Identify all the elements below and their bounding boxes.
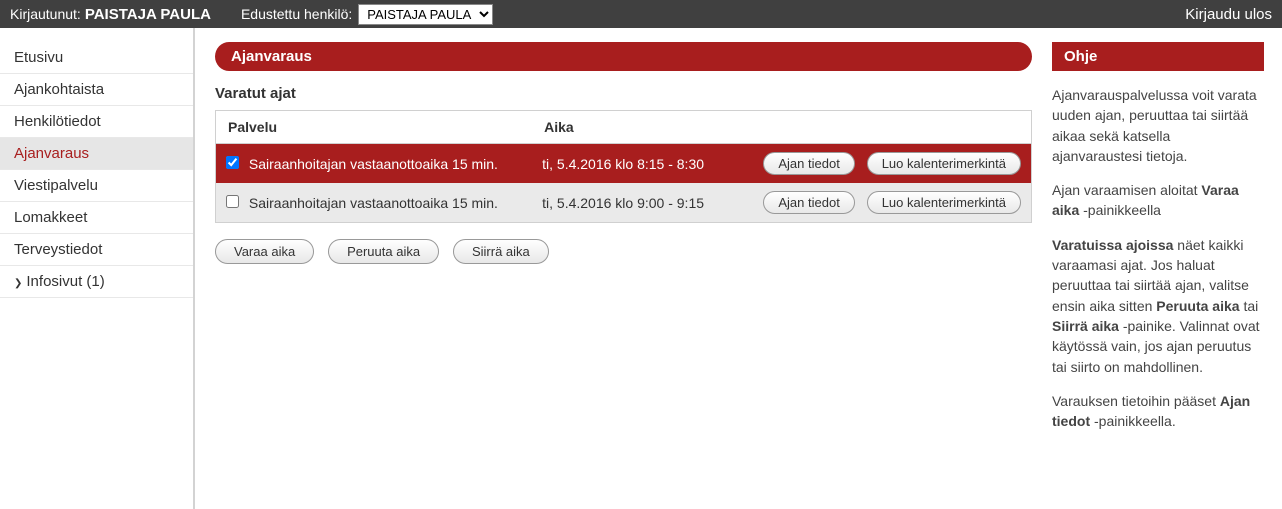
represented-label: Edustettu henkilö: — [241, 6, 352, 22]
appointments-table: Palvelu Aika Sairaanhoitajan vastaanotto… — [215, 110, 1032, 223]
table-row[interactable]: Sairaanhoitajan vastaanottoaika 15 min. … — [216, 144, 1032, 184]
col-service: Palvelu — [216, 111, 533, 144]
help-p2: Ajan varaamisen aloitat Varaa aika -pain… — [1052, 180, 1264, 221]
table-row[interactable]: Sairaanhoitajan vastaanottoaika 15 min. … — [216, 183, 1032, 223]
row-checkbox[interactable] — [226, 156, 239, 169]
details-button[interactable]: Ajan tiedot — [763, 152, 854, 175]
sidebar-item-viestipalvelu[interactable]: Viestipalvelu — [0, 170, 193, 202]
move-button[interactable]: Siirrä aika — [453, 239, 549, 264]
logout-link[interactable]: Kirjaudu ulos — [1185, 6, 1272, 23]
help-p3: Varatuissa ajoissa näet kaikki varaamasi… — [1052, 235, 1264, 377]
content: Ajanvaraus Varatut ajat Palvelu Aika Sai… — [215, 42, 1032, 495]
top-bar: Kirjautunut: PAISTAJA PAULA Edustettu he… — [0, 0, 1282, 28]
page-title: Ajanvaraus — [215, 42, 1032, 71]
sidebar-item-ajankohtaista[interactable]: Ajankohtaista — [0, 74, 193, 106]
sidebar-item-henkilotiedot[interactable]: Henkilötiedot — [0, 106, 193, 138]
sidebar: Etusivu Ajankohtaista Henkilötiedot Ajan… — [0, 28, 195, 509]
logged-in-label: Kirjautunut: — [10, 6, 81, 22]
row-service: Sairaanhoitajan vastaanottoaika 15 min. — [249, 156, 498, 172]
help-title: Ohje — [1052, 42, 1264, 71]
row-time: ti, 5.4.2016 klo 9:00 - 9:15 — [532, 183, 753, 223]
col-time: Aika — [532, 111, 753, 144]
sidebar-item-ajanvaraus[interactable]: Ajanvaraus — [0, 138, 193, 170]
sidebar-item-terveystiedot[interactable]: Terveystiedot — [0, 234, 193, 266]
row-service: Sairaanhoitajan vastaanottoaika 15 min. — [249, 195, 498, 211]
sidebar-item-etusivu[interactable]: Etusivu — [0, 42, 193, 74]
create-calendar-button[interactable]: Luo kalenterimerkintä — [867, 152, 1021, 175]
subheading: Varatut ajat — [215, 85, 1032, 102]
cancel-button[interactable]: Peruuta aika — [328, 239, 439, 264]
logged-in-name: PAISTAJA PAULA — [85, 6, 211, 23]
row-time: ti, 5.4.2016 klo 8:15 - 8:30 — [532, 144, 753, 184]
details-button[interactable]: Ajan tiedot — [763, 191, 854, 214]
represented-select[interactable]: PAISTAJA PAULA — [358, 4, 493, 25]
action-row: Varaa aika Peruuta aika Siirrä aika — [215, 239, 1032, 264]
sidebar-item-infosivut[interactable]: Infosivut (1) — [0, 266, 193, 298]
row-checkbox[interactable] — [226, 195, 239, 208]
help-p1: Ajanvarauspalvelussa voit varata uuden a… — [1052, 85, 1264, 166]
sidebar-item-lomakkeet[interactable]: Lomakkeet — [0, 202, 193, 234]
book-button[interactable]: Varaa aika — [215, 239, 314, 264]
help-p4: Varauksen tietoihin pääset Ajan tiedot -… — [1052, 391, 1264, 432]
create-calendar-button[interactable]: Luo kalenterimerkintä — [867, 191, 1021, 214]
help-panel: Ohje Ajanvarauspalvelussa voit varata uu… — [1052, 42, 1264, 495]
